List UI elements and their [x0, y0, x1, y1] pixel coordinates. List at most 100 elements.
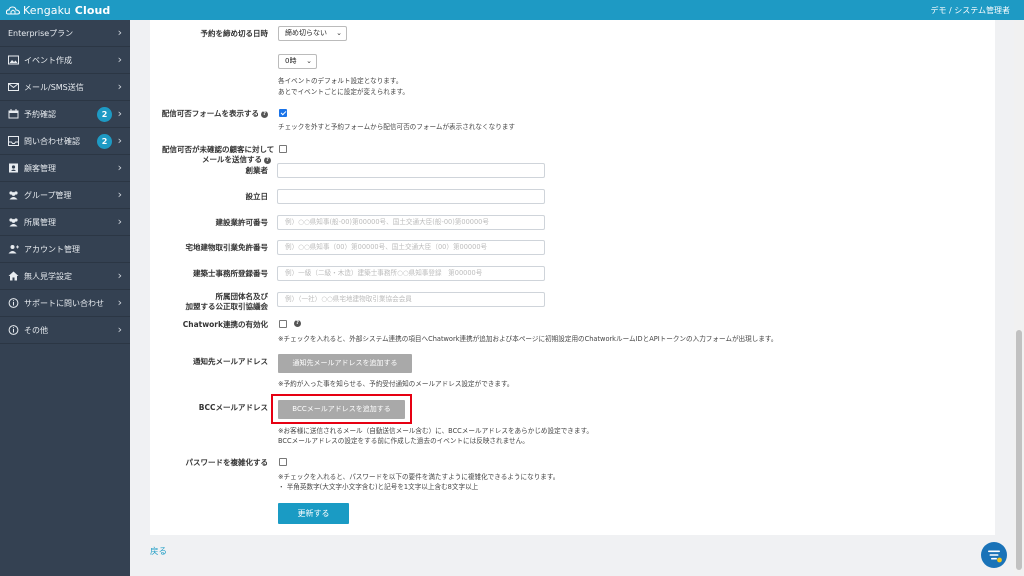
sidebar-item-label: 顧客管理 — [24, 163, 56, 173]
deadline-select-value: 締め切らない — [285, 29, 327, 37]
user-plus-icon — [8, 245, 19, 254]
association-label-line1: 所属団体名及び — [215, 292, 269, 301]
bcc-email-label: BCCメールアドレス — [198, 403, 268, 412]
logo[interactable]: Kengaku Cloud — [6, 2, 110, 18]
unconfirmed-checkbox[interactable] — [279, 145, 287, 153]
help-icon[interactable]: ? — [294, 320, 301, 327]
sidebar-item-label: 予約確認 — [24, 109, 56, 119]
bcc-email-note-1: ※お客様に送信されるメール（自動送信メール含む）に、BCCメールアドレスをあらか… — [278, 427, 593, 435]
chatwork-note: ※チェックを入れると、外部システム連携の項目へChatwork連携が追加および本… — [278, 335, 778, 343]
sidebar-item-mail-sms[interactable]: メール/SMS送信 › — [0, 74, 130, 101]
sidebar-item-event-create[interactable]: イベント作成 › — [0, 47, 130, 74]
help-icon[interactable]: ? — [264, 157, 271, 164]
cloud-house-icon — [6, 6, 20, 15]
filter-list-icon — [988, 550, 1002, 563]
bcc-email-note-2: BCCメールアドレスの設定をする前に作成した過去のイベントには反映されません。 — [278, 437, 529, 445]
construction-license-input[interactable]: 例）○○県知事(般-00)第00000号、国土交通大臣(般-00)第00000号 — [277, 215, 545, 230]
chevron-right-icon: › — [117, 188, 122, 201]
sidebar-item-other[interactable]: その他 › — [0, 317, 130, 344]
unconfirmed-label-line1: 配信可否が未確認の顧客に対して — [162, 145, 275, 154]
add-notify-email-button[interactable]: 通知先メールアドレスを追加する — [278, 354, 412, 373]
sidebar-item-label: その他 — [24, 325, 48, 335]
deadline-note-1: 各イベントのデフォルト設定となります。 — [278, 77, 403, 85]
scrollbar[interactable] — [1014, 20, 1024, 576]
calendar-icon — [8, 109, 19, 119]
info-circle-icon — [8, 325, 19, 335]
sidebar-item-groups[interactable]: グループ管理 › — [0, 182, 130, 209]
show-optout-label-text: 配信可否フォームを表示する — [161, 109, 259, 118]
sidebar-item-label: 無人見学設定 — [24, 271, 72, 281]
scrollbar-thumb[interactable] — [1016, 330, 1022, 570]
count-badge: 2 — [97, 107, 112, 122]
association-label: 所属団体名及び 加盟する公正取引協議会 — [150, 292, 269, 312]
sidebar-item-reservations[interactable]: 予約確認 2 › — [0, 101, 130, 128]
update-button[interactable]: 更新する — [278, 503, 349, 524]
chatwork-label: Chatwork連携の有効化 — [182, 320, 268, 329]
notify-email-label: 通知先メールアドレス — [193, 357, 268, 366]
inbox-icon — [8, 136, 19, 146]
realestate-license-input[interactable]: 例）○○県知事（00）第00000号、国土交通大臣（00）第00000号 — [277, 240, 545, 255]
deadline-hour-select[interactable]: 0時 ⌄ — [278, 54, 317, 69]
chevron-right-icon: › — [117, 323, 122, 336]
sidebar-item-support[interactable]: サポートに問い合わせ › — [0, 290, 130, 317]
sidebar-item-affiliations[interactable]: 所属管理 › — [0, 209, 130, 236]
chevron-right-icon: › — [117, 161, 122, 174]
deadline-select[interactable]: 締め切らない ⌄ — [278, 26, 347, 41]
chevron-right-icon: › — [117, 269, 122, 282]
password-complexity-checkbox[interactable] — [279, 458, 287, 466]
association-input[interactable]: 例）（一社）○○県宅地建物取引業協会会員 — [277, 292, 545, 307]
password-complexity-label: パスワードを複雑化する — [185, 458, 269, 467]
password-note-1: ※チェックを入れると、パスワードを以下の要件を満たすように複雑化できるようになり… — [278, 473, 560, 481]
floating-menu-button[interactable] — [981, 542, 1007, 568]
users-icon — [9, 191, 18, 200]
top-bar: Kengaku Cloud デモ / システム管理者 — [0, 0, 1024, 20]
deadline-note-2: あとでイベントごとに設定が変えられます。 — [278, 88, 410, 96]
password-note-2: ・ 半角英数字(大文字小文字含む)と記号を1文字以上含む8文字以上 — [278, 483, 479, 491]
home-icon — [8, 271, 19, 281]
sidebar-item-label: アカウント管理 — [24, 244, 80, 254]
realestate-license-label: 宅地建物取引業免許番号 — [185, 243, 269, 252]
founder-label: 創業者 — [245, 166, 269, 175]
unconfirmed-label-line2: メールを送信する — [202, 155, 262, 164]
chevron-right-icon: › — [117, 26, 122, 39]
chevron-down-icon: ⌄ — [306, 57, 312, 65]
association-label-line2: 加盟する公正取引協議会 — [185, 302, 269, 311]
show-optout-checkbox[interactable] — [279, 109, 287, 117]
envelope-icon — [8, 83, 19, 91]
sidebar-item-accounts[interactable]: アカウント管理 — [0, 236, 130, 263]
sidebar-item-enterprise[interactable]: Enterpriseプラン › — [0, 20, 130, 47]
sidebar-item-unmanned-tour[interactable]: 無人見学設定 › — [0, 263, 130, 290]
sidebar-item-label: サポートに問い合わせ — [24, 298, 104, 308]
user-menu[interactable]: デモ / システム管理者 — [930, 5, 1010, 16]
sidebar-item-label: Enterpriseプラン — [8, 28, 74, 38]
sidebar-item-label: メール/SMS送信 — [24, 82, 84, 92]
chevron-right-icon: › — [117, 80, 122, 93]
established-input[interactable] — [277, 189, 545, 204]
sidebar-item-inquiries[interactable]: 問い合わせ確認 2 › — [0, 128, 130, 155]
architect-office-input[interactable]: 例）一級（二級・木造）建築士事務所○○県知事登録 第00000号 — [277, 266, 545, 281]
chevron-right-icon: › — [117, 134, 122, 147]
founder-input[interactable] — [277, 163, 545, 178]
sidebar-item-label: 所属管理 — [24, 217, 56, 227]
show-optout-label: 配信可否フォームを表示する? — [150, 109, 268, 119]
chevron-right-icon: › — [117, 296, 122, 309]
count-badge: 2 — [97, 134, 112, 149]
back-link[interactable]: 戻る — [150, 545, 167, 557]
chevron-right-icon: › — [117, 215, 122, 228]
chevron-right-icon: › — [117, 53, 122, 66]
chatwork-checkbox[interactable] — [279, 320, 287, 328]
info-circle-icon — [8, 298, 19, 308]
sidebar-item-customers[interactable]: 顧客管理 › — [0, 155, 130, 182]
logo-sub-text: Cloud — [74, 3, 111, 17]
sidebar-item-label: グループ管理 — [24, 190, 72, 200]
users-icon — [9, 218, 18, 227]
chevron-right-icon: › — [117, 107, 122, 120]
established-label: 設立日 — [245, 192, 269, 201]
sidebar-item-label: 問い合わせ確認 — [24, 136, 80, 146]
help-icon[interactable]: ? — [261, 111, 268, 118]
deadline-label: 予約を締め切る日時 — [200, 29, 269, 38]
architect-office-label: 建築士事務所登録番号 — [193, 269, 268, 278]
deadline-hour-value: 0時 — [285, 57, 297, 65]
sidebar: Enterpriseプラン › イベント作成 › メール/SMS送信 › 予約確… — [0, 20, 130, 576]
show-optout-note: チェックを外すと予約フォームから配信可否のフォームが表示されなくなります — [278, 123, 515, 131]
